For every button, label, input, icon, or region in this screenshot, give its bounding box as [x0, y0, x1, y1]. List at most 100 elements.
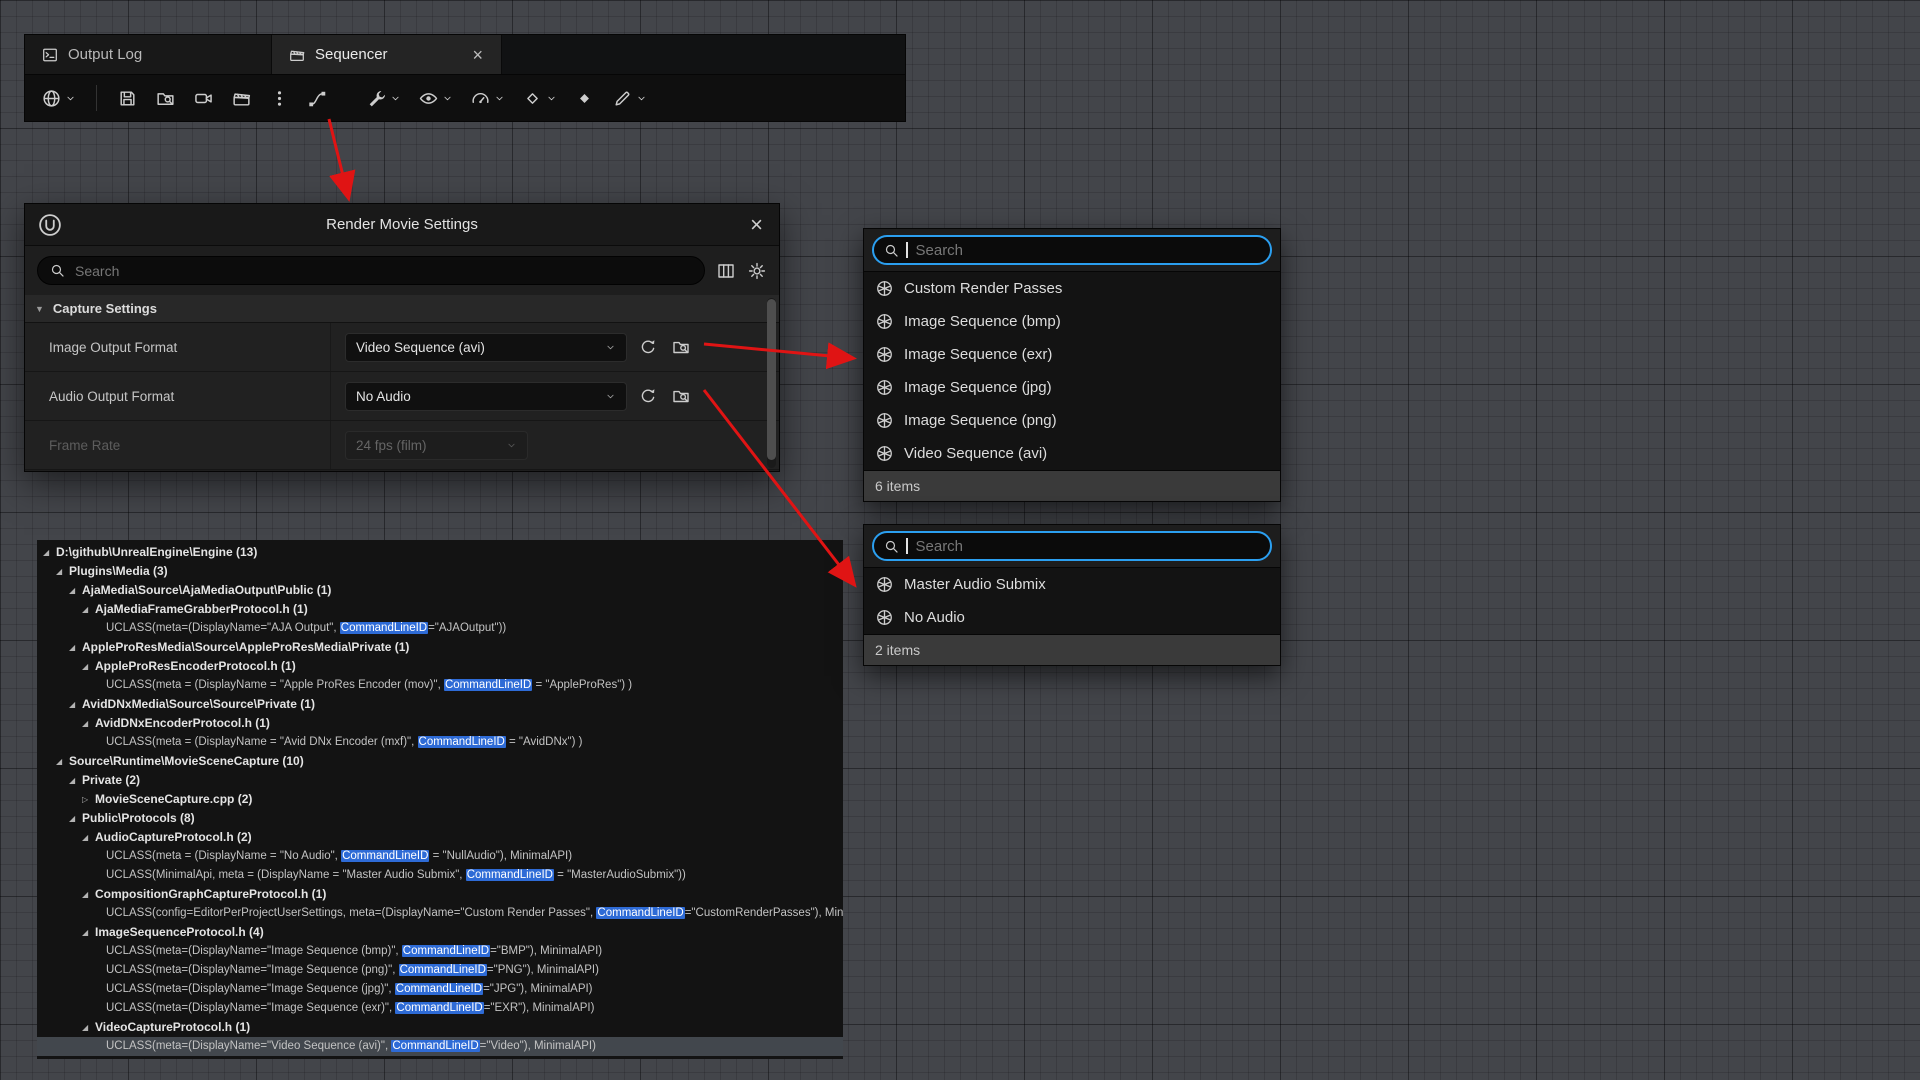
tree-node-row[interactable]: ◢AjaMediaFrameGrabberProtocol.h (1) — [37, 600, 843, 619]
tree-node-row[interactable]: ◢AppleProResEncoderProtocol.h (1) — [37, 657, 843, 676]
option-label: Image Sequence (jpg) — [904, 379, 1052, 396]
search-icon — [49, 262, 66, 279]
frame-rate-dropdown[interactable]: 24 fps (film) — [345, 431, 528, 460]
node-label: D:\github\UnrealEngine\Engine (13) — [56, 543, 257, 562]
popup-search-input[interactable] — [914, 537, 1262, 556]
option-label: Video Sequence (avi) — [904, 445, 1047, 462]
capture-settings-section[interactable]: ▼ Capture Settings — [25, 295, 779, 323]
view-options-button[interactable] — [412, 84, 459, 113]
option-item[interactable]: No Audio — [864, 601, 1280, 634]
settings-search-input[interactable] — [73, 262, 693, 280]
expanded-arrow-icon[interactable]: ◢ — [82, 714, 95, 733]
option-item[interactable]: Video Sequence (avi) — [864, 437, 1280, 470]
tree-node-row[interactable]: ▷MovieSceneCapture.cpp (2) — [37, 790, 843, 809]
expanded-arrow-icon[interactable]: ◢ — [82, 885, 95, 904]
edit-mode-button[interactable] — [606, 84, 653, 113]
find-in-cb-icon — [155, 88, 176, 109]
tree-node-row[interactable]: ◢Public\Protocols (8) — [37, 809, 843, 828]
tree-node-row[interactable]: ◢AjaMedia\Source\AjaMediaOutput\Public (… — [37, 581, 843, 600]
expanded-arrow-icon[interactable]: ◢ — [82, 1018, 95, 1037]
close-tab-icon[interactable]: × — [470, 46, 485, 64]
image-output-format-dropdown[interactable]: Video Sequence (avi) — [345, 333, 627, 362]
search-match-row[interactable]: UCLASS(meta = (DisplayName = "No Audio",… — [37, 847, 843, 866]
option-label: Image Sequence (exr) — [904, 346, 1052, 363]
expanded-arrow-icon[interactable]: ◢ — [56, 562, 69, 581]
find-in-content-browser-button[interactable] — [149, 84, 182, 113]
search-match-row[interactable]: UCLASS(meta=(DisplayName="Video Sequence… — [37, 1037, 843, 1056]
option-item[interactable]: Custom Render Passes — [864, 272, 1280, 305]
tree-node-row[interactable]: ◢AudioCaptureProtocol.h (2) — [37, 828, 843, 847]
expanded-arrow-icon[interactable]: ◢ — [82, 657, 95, 676]
tree-node-row[interactable]: ◢Source\Runtime\MovieSceneCapture (10) — [37, 752, 843, 771]
expanded-arrow-icon[interactable]: ◢ — [82, 600, 95, 619]
use-selected-asset-icon[interactable] — [636, 384, 660, 408]
expanded-arrow-icon[interactable]: ◢ — [82, 828, 95, 847]
tree-node-row[interactable]: ◢AvidDNxMedia\Source\Source\Private (1) — [37, 695, 843, 714]
search-match-row[interactable]: UCLASS(meta=(DisplayName="Image Sequence… — [37, 999, 843, 1018]
collapsed-arrow-icon[interactable]: ▷ — [82, 790, 95, 809]
save-button[interactable] — [111, 84, 144, 113]
close-dialog-icon[interactable]: × — [746, 214, 767, 236]
option-item[interactable]: Master Audio Submix — [864, 568, 1280, 601]
popup-search-box[interactable] — [872, 531, 1272, 561]
popup-search-box[interactable] — [872, 235, 1272, 265]
sequence-tools-button[interactable] — [301, 84, 334, 113]
expanded-arrow-icon[interactable]: ◢ — [69, 695, 82, 714]
search-match-row[interactable]: UCLASS(config=EditorPerProjectUserSettin… — [37, 904, 843, 923]
expanded-arrow-icon[interactable]: ◢ — [69, 581, 82, 600]
scrollbar[interactable] — [767, 298, 776, 468]
tree-node-row[interactable]: ◢Plugins\Media (3) — [37, 562, 843, 581]
search-match-row[interactable]: UCLASS(meta = (DisplayName = "Avid DNx E… — [37, 733, 843, 752]
browse-to-asset-icon[interactable] — [669, 335, 693, 359]
expanded-arrow-icon[interactable]: ◢ — [69, 638, 82, 657]
match-highlight: CommandLineID — [402, 945, 490, 957]
match-text: UCLASS(meta=(DisplayName="AJA Output", C… — [106, 619, 506, 638]
search-match-row[interactable]: UCLASS(meta=(DisplayName="AJA Output", C… — [37, 619, 843, 638]
more-options-button[interactable] — [263, 84, 296, 113]
toolbar-separator — [96, 85, 97, 111]
tab-output-log[interactable]: Output Log — [25, 35, 272, 74]
chevron-down-icon — [602, 391, 616, 402]
create-camera-button[interactable] — [187, 84, 220, 113]
expanded-arrow-icon[interactable]: ◢ — [56, 752, 69, 771]
render-movie-button[interactable] — [225, 84, 258, 113]
eye-icon — [418, 88, 439, 109]
dialog-body: ▼ Capture Settings Image Output FormatVi… — [25, 295, 779, 471]
actions-button[interactable] — [360, 84, 407, 113]
expanded-arrow-icon[interactable]: ◢ — [69, 771, 82, 790]
option-item[interactable]: Image Sequence (png) — [864, 404, 1280, 437]
auto-key-button[interactable] — [568, 84, 601, 113]
keyframe-options-button[interactable] — [516, 84, 563, 113]
scrollbar-thumb[interactable] — [767, 299, 776, 460]
settings-gear-icon[interactable] — [747, 261, 767, 281]
option-item[interactable]: Image Sequence (bmp) — [864, 305, 1280, 338]
tree-node-row[interactable]: ◢AvidDNxEncoderProtocol.h (1) — [37, 714, 843, 733]
world-options-button[interactable] — [35, 84, 82, 113]
expanded-arrow-icon[interactable]: ◢ — [43, 543, 56, 562]
tree-node-row[interactable]: ◢CompositionGraphCaptureProtocol.h (1) — [37, 885, 843, 904]
option-item[interactable]: Image Sequence (jpg) — [864, 371, 1280, 404]
search-match-row[interactable]: UCLASS(meta=(DisplayName="Image Sequence… — [37, 980, 843, 999]
popup-search-input[interactable] — [914, 241, 1262, 260]
tree-node-row[interactable]: ◢AppleProResMedia\Source\AppleProResMedi… — [37, 638, 843, 657]
search-match-row[interactable]: UCLASS(meta=(DisplayName="Image Sequence… — [37, 942, 843, 961]
expanded-arrow-icon[interactable]: ◢ — [69, 809, 82, 828]
option-label: Custom Render Passes — [904, 280, 1062, 297]
tree-node-row[interactable]: ◢ImageSequenceProtocol.h (4) — [37, 923, 843, 942]
playback-options-button[interactable] — [464, 84, 511, 113]
audio-output-format-dropdown[interactable]: No Audio — [345, 382, 627, 411]
search-match-row[interactable]: UCLASS(MinimalApi, meta = (DisplayName =… — [37, 866, 843, 885]
search-match-row[interactable]: UCLASS(meta=(DisplayName="Image Sequence… — [37, 961, 843, 980]
option-item[interactable]: Image Sequence (exr) — [864, 338, 1280, 371]
browse-to-asset-icon[interactable] — [669, 384, 693, 408]
use-selected-asset-icon[interactable] — [636, 335, 660, 359]
column-view-icon[interactable] — [716, 261, 736, 281]
dialog-titlebar[interactable]: Render Movie Settings × — [25, 204, 779, 246]
settings-search-box[interactable] — [37, 256, 705, 285]
tree-node-row[interactable]: ◢Private (2) — [37, 771, 843, 790]
tab-sequencer[interactable]: Sequencer × — [272, 35, 502, 74]
search-match-row[interactable]: UCLASS(meta = (DisplayName = "Apple ProR… — [37, 676, 843, 695]
tree-node-row[interactable]: ◢VideoCaptureProtocol.h (1) — [37, 1018, 843, 1037]
tree-node-row[interactable]: ◢D:\github\UnrealEngine\Engine (13) — [37, 543, 843, 562]
expanded-arrow-icon[interactable]: ◢ — [82, 923, 95, 942]
